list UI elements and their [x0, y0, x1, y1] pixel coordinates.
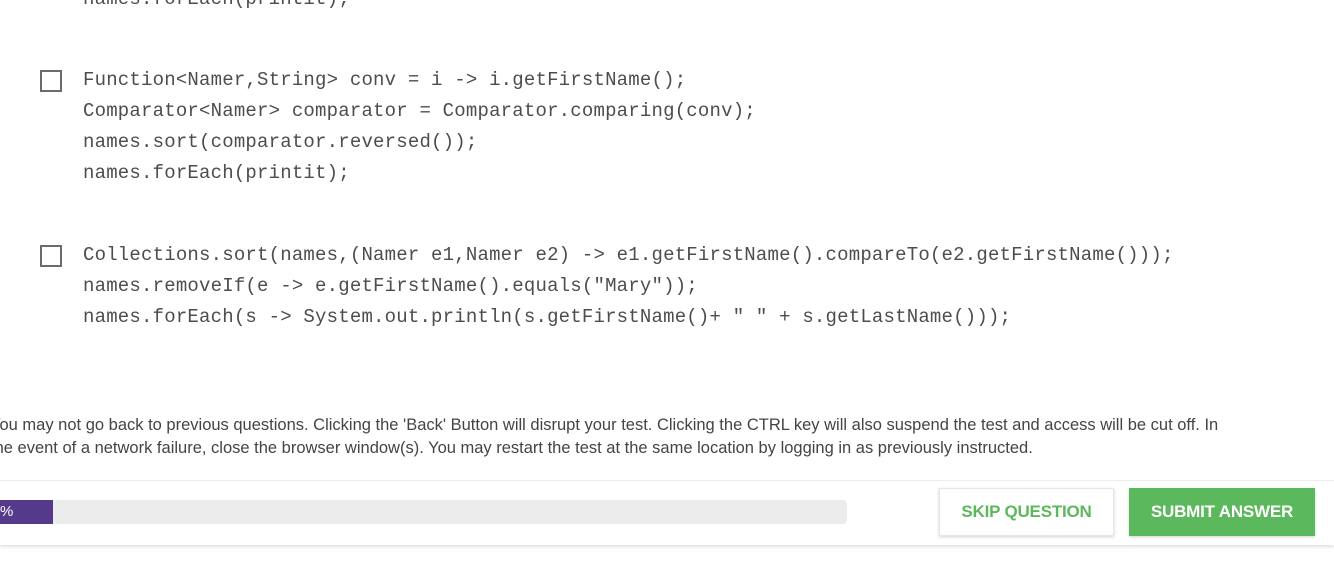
option-a-code-line-2: Comparator<Namer> comparator = Comparato…	[83, 100, 756, 122]
option-a-code-line-3: names.sort(comparator.reversed());	[83, 131, 478, 153]
option-b-code-line-2: names.removeIf(e -> e.getFirstName().equ…	[83, 275, 698, 297]
submit-answer-button[interactable]: SUBMIT ANSWER	[1129, 488, 1315, 536]
progress-bar-fill: %	[0, 500, 53, 524]
progress-bar: %	[0, 500, 847, 524]
progress-label: %	[0, 503, 14, 520]
skip-question-button[interactable]: SKIP QUESTION	[939, 488, 1114, 536]
option-a-code-line-1: Function<Namer,String> conv = i -> i.get…	[83, 69, 687, 91]
option-b-code-line-1: Collections.sort(names,(Namer e1,Namer e…	[83, 244, 1174, 266]
code-line-partial: names.forEach(printit);	[83, 0, 350, 11]
option-b-code-line-3: names.forEach(s -> System.out.println(s.…	[83, 306, 1012, 328]
notice-line-2: the event of a network failure, close th…	[0, 439, 1033, 457]
option-b-checkbox[interactable]	[40, 245, 62, 267]
test-rules-notice: You may not go back to previous question…	[0, 414, 1334, 460]
notice-line-1: You may not go back to previous question…	[0, 416, 1219, 434]
option-a-code-line-4: names.forEach(printit);	[83, 162, 350, 184]
option-a-checkbox[interactable]	[40, 70, 62, 92]
